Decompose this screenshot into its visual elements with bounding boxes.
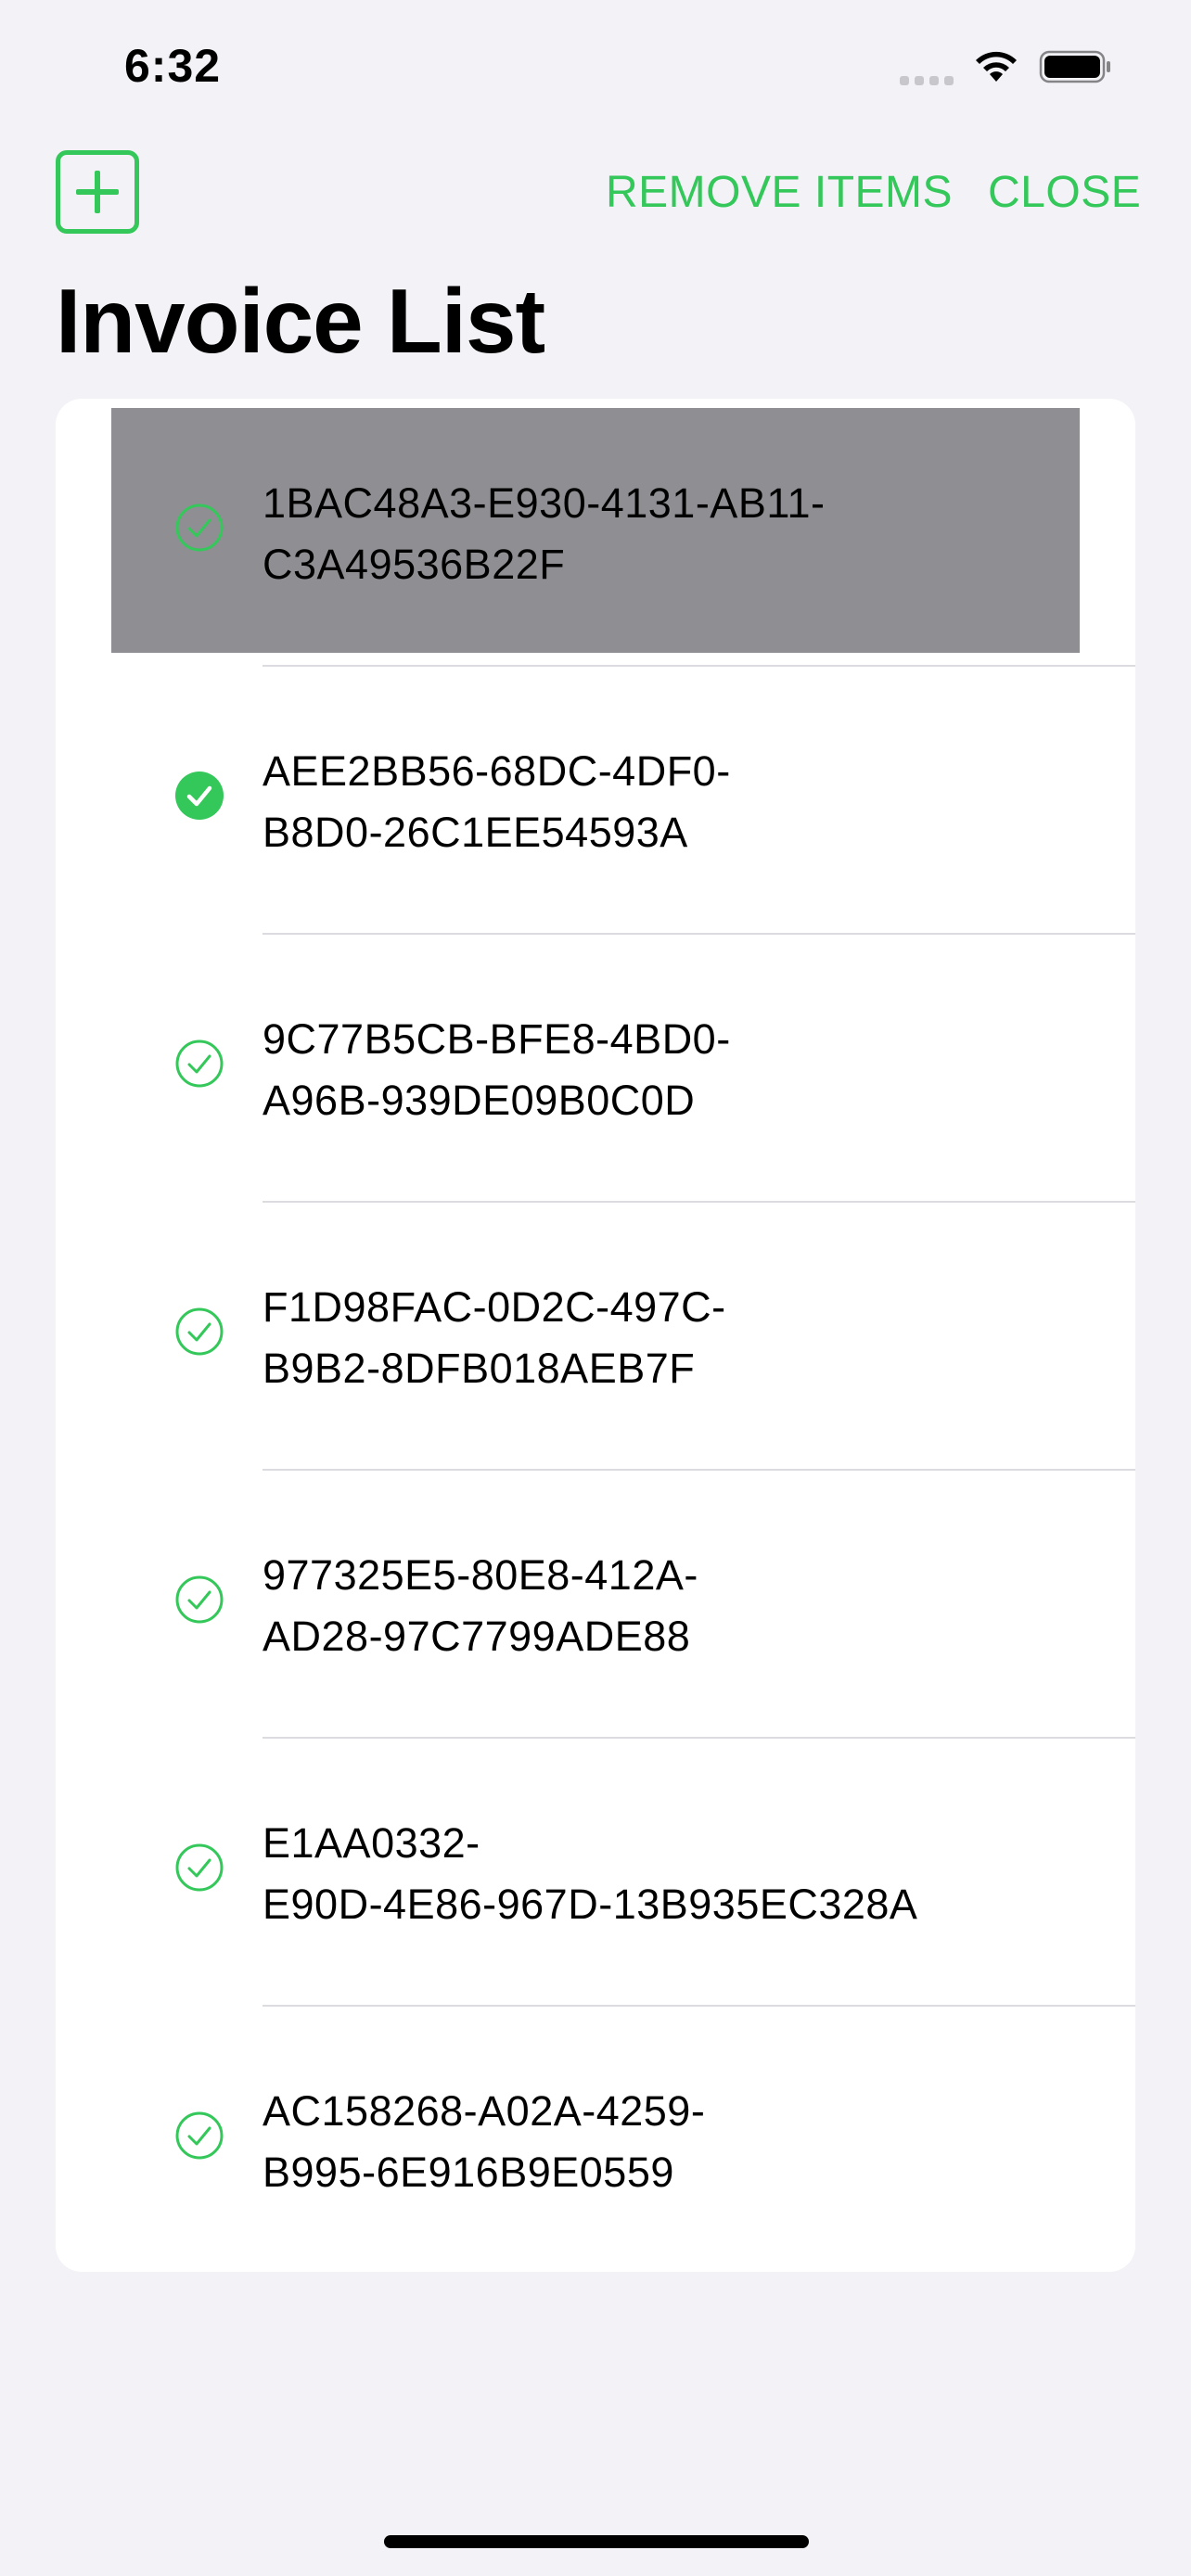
checkmark-circle-icon[interactable] <box>174 1307 224 1357</box>
checkmark-circle-icon[interactable] <box>174 1575 224 1625</box>
wifi-icon <box>976 51 1017 82</box>
checkmark-circle-icon[interactable] <box>174 1843 224 1893</box>
invoice-id-label: E1AA0332- E90D-4E86-967D-13B935EC328A <box>263 1819 918 1928</box>
invoice-row[interactable]: E1AA0332- E90D-4E86-967D-13B935EC328A <box>56 1739 1135 2007</box>
invoice-id-label: 977325E5-80E8-412A- AD28-97C7799ADE88 <box>263 1551 698 1660</box>
invoice-id-label: 1BAC48A3-E930-4131-AB11- C3A49536B22F <box>263 479 826 588</box>
invoice-row[interactable]: 9C77B5CB-BFE8-4BD0- A96B-939DE09B0C0D <box>56 935 1135 1203</box>
invoice-row[interactable]: AC158268-A02A-4259- B995-6E916B9E0559 <box>56 2007 1135 2272</box>
home-indicator[interactable] <box>384 2535 809 2548</box>
invoice-row[interactable]: AEE2BB56-68DC-4DF0- B8D0-26C1EE54593A <box>56 667 1135 935</box>
remove-items-button[interactable]: REMOVE ITEMS <box>606 167 953 218</box>
status-bar: 6:32 <box>0 0 1191 130</box>
close-button[interactable]: CLOSE <box>988 167 1141 218</box>
checkmark-circle-icon[interactable] <box>174 2111 224 2161</box>
plus-icon <box>76 171 119 213</box>
checkmark-circle-icon[interactable] <box>174 503 224 553</box>
battery-icon <box>1039 50 1110 83</box>
status-time: 6:32 <box>124 40 222 92</box>
checkmark-circle-icon[interactable] <box>174 1039 224 1089</box>
invoice-row[interactable]: 1BAC48A3-E930-4131-AB11- C3A49536B22F <box>56 399 1135 667</box>
invoice-row[interactable]: 977325E5-80E8-412A- AD28-97C7799ADE88 <box>56 1471 1135 1739</box>
invoice-id-label: AC158268-A02A-4259- B995-6E916B9E0559 <box>263 2087 706 2196</box>
invoice-id-label: 9C77B5CB-BFE8-4BD0- A96B-939DE09B0C0D <box>263 1015 731 1124</box>
invoice-row[interactable]: F1D98FAC-0D2C-497C- B9B2-8DFB018AEB7F <box>56 1203 1135 1471</box>
page-title: Invoice List <box>56 270 545 372</box>
add-invoice-button[interactable] <box>56 150 139 234</box>
cellular-signal-icon <box>900 74 957 85</box>
invoice-id-label: AEE2BB56-68DC-4DF0- B8D0-26C1EE54593A <box>263 747 731 856</box>
invoice-list: 1BAC48A3-E930-4131-AB11- C3A49536B22F AEE… <box>56 399 1135 2272</box>
checkmark-circle-filled-icon[interactable] <box>174 771 224 821</box>
invoice-id-label: F1D98FAC-0D2C-497C- B9B2-8DFB018AEB7F <box>263 1283 726 1392</box>
